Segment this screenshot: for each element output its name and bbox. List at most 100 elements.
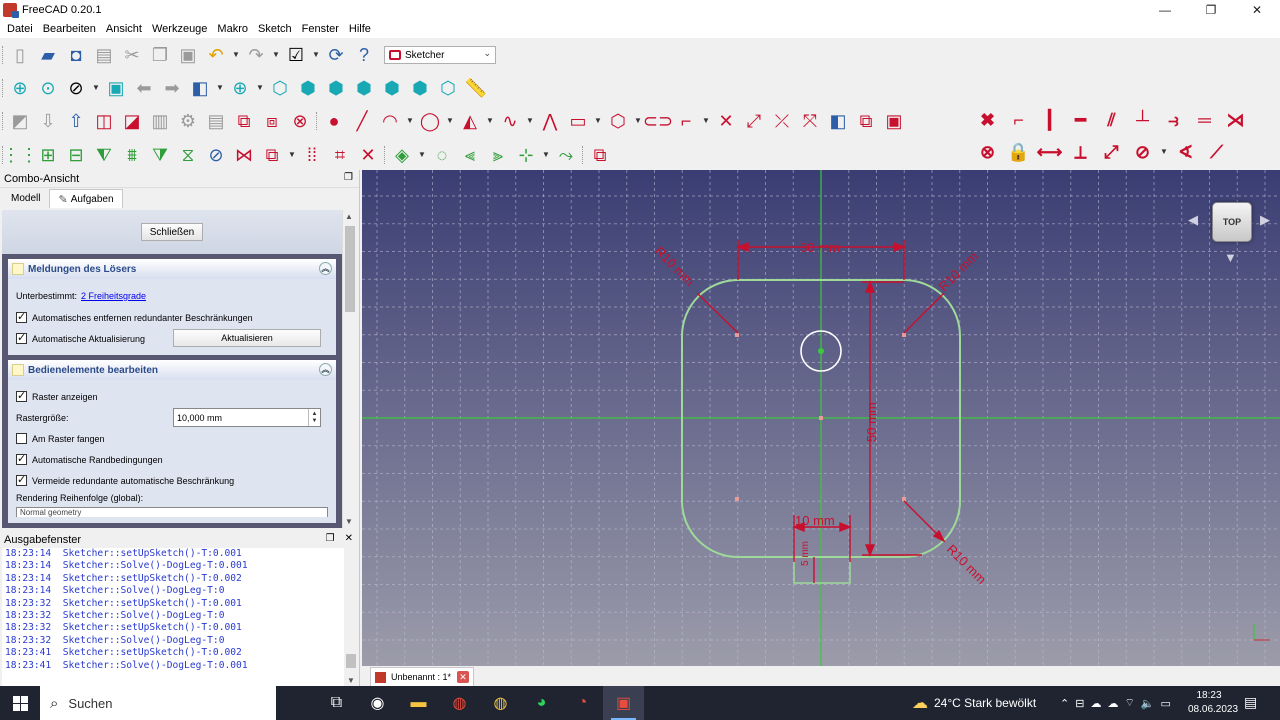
mirror-sketch-icon[interactable]: ⧉	[230, 107, 258, 135]
notifications-icon[interactable]: ▤	[1244, 694, 1257, 711]
edge-browser-icon[interactable]: ◉	[357, 686, 398, 720]
document-tab[interactable]: Unbenannt : 1* ✕	[370, 667, 475, 686]
bspline-weight-icon[interactable]: ⊹	[512, 141, 540, 169]
remove-axes-icon[interactable]: ⌗	[326, 141, 354, 169]
update-button[interactable]: Aktualisieren	[173, 329, 321, 347]
select-origin-icon[interactable]: ⊞	[34, 141, 62, 169]
collapse-icon[interactable]: ︽	[319, 363, 332, 376]
coincident-constraint-icon[interactable]: ✖	[972, 106, 1003, 134]
view-sketch-icon[interactable]: ◫	[90, 107, 118, 135]
bspline-knot-icon[interactable]: ⫸	[484, 141, 512, 169]
select-vertical-axis-icon[interactable]: ⊟	[62, 141, 90, 169]
fit-all-icon[interactable]: ⊕	[6, 74, 34, 102]
bspline-dropdown-icon[interactable]: ▼	[524, 107, 536, 135]
view-right-icon[interactable]: ⬢	[322, 74, 350, 102]
task-view-icon[interactable]: ⧉	[316, 686, 357, 720]
arc-icon[interactable]: ◠	[376, 107, 404, 135]
taskbar-clock[interactable]: 18:23 08.06.2023	[1188, 689, 1238, 717]
virtual-space-icon[interactable]: ⧉	[586, 141, 614, 169]
tab-model[interactable]: Modell	[2, 189, 49, 208]
menu-fenster[interactable]: Fenster	[297, 23, 344, 35]
close-button[interactable]: ✕	[1234, 0, 1280, 20]
save-icon[interactable]: ◘	[62, 41, 90, 69]
new-sketch-icon[interactable]: ◩	[6, 107, 34, 135]
clone-icon[interactable]: ⧉	[258, 141, 286, 169]
file-explorer-icon[interactable]: ▬	[398, 686, 439, 720]
copy-icon[interactable]: ❐	[146, 41, 174, 69]
chrome-profile-icon[interactable]: ◍	[480, 686, 521, 720]
vertical-constraint-icon[interactable]: ┃	[1034, 106, 1065, 134]
perpendicular-constraint-icon[interactable]: ┴	[1127, 106, 1158, 134]
validate-sketch-icon[interactable]: ⚙	[174, 107, 202, 135]
view-section-icon[interactable]: ◪	[118, 107, 146, 135]
menu-bearbeiten[interactable]: Bearbeiten	[38, 23, 101, 35]
print-icon[interactable]: ▤	[90, 41, 118, 69]
scrollbar-thumb[interactable]	[346, 654, 356, 668]
trim-icon[interactable]: ✕	[712, 107, 740, 135]
float-panel-icon[interactable]: ❐	[326, 533, 335, 544]
spin-arrows-icon[interactable]: ▲ ▼	[308, 409, 320, 426]
auto-update-checkbox[interactable]	[16, 331, 27, 344]
close-tab-icon[interactable]: ✕	[457, 671, 470, 683]
view-left-icon[interactable]: ⬢	[406, 74, 434, 102]
fillet-dropdown-icon[interactable]: ▼	[700, 107, 712, 135]
conic-icon[interactable]: ◭	[456, 107, 484, 135]
whatsapp-icon[interactable]: ◕	[521, 686, 562, 720]
extend-icon[interactable]: ⤢	[740, 107, 768, 135]
forward-arrow-icon[interactable]: ➡	[158, 74, 186, 102]
fillet-icon[interactable]: ⌐	[672, 107, 700, 135]
sync-dropdown-icon[interactable]: ▼	[214, 74, 226, 102]
scroll-down-icon[interactable]: ▼	[345, 517, 353, 526]
3d-view[interactable]: 30 mm 50 mm 10 mm 5 mm R10 mm R10 mm R10…	[362, 170, 1280, 666]
external-geometry-icon[interactable]: ⤧	[796, 107, 824, 135]
circle-icon[interactable]: ◯	[416, 107, 444, 135]
close-sketch-button[interactable]: Schließen	[141, 223, 203, 241]
construction-mode-icon[interactable]: ⧉	[852, 107, 880, 135]
nav-rotate-left-icon[interactable]: ◀	[1188, 212, 1198, 228]
nav-rotate-down-icon[interactable]: ▼	[1224, 250, 1237, 265]
menu-ansicht[interactable]: Ansicht	[101, 23, 147, 35]
dim-top-label[interactable]: 30 mm	[800, 240, 840, 255]
battery-icon[interactable]: ▭	[1160, 697, 1170, 710]
select-horizontal-axis-icon[interactable]: ⧨	[90, 141, 118, 169]
equal-constraint-icon[interactable]: ═	[1189, 106, 1220, 134]
check-dropdown-icon[interactable]: ▼	[310, 41, 322, 69]
network-icon[interactable]: ⊟	[1075, 697, 1084, 710]
bounding-box-icon[interactable]: ▣	[102, 74, 130, 102]
recorder-icon[interactable]: ◔	[562, 686, 603, 720]
nav-rotate-right-icon[interactable]: ▶	[1260, 212, 1270, 228]
view-front-icon[interactable]: ⬡	[266, 74, 294, 102]
view-bottom-icon[interactable]: ⬢	[378, 74, 406, 102]
conic-dropdown-icon[interactable]: ▼	[484, 107, 496, 135]
parallel-constraint-icon[interactable]: ⫽	[1096, 106, 1127, 134]
cut-icon[interactable]: ✂	[118, 41, 146, 69]
scroll-up-icon[interactable]: ▲	[345, 212, 353, 221]
output-log[interactable]: 18:23:14 Sketcher::setUpSketch()-T:0.001…	[2, 548, 344, 686]
clone-dropdown-icon[interactable]: ▼	[286, 141, 298, 169]
rectangle-icon[interactable]: ▭	[564, 107, 592, 135]
point-icon[interactable]: ●	[320, 107, 348, 135]
bspline-degree-icon[interactable]: ◈	[388, 141, 416, 169]
new-document-icon[interactable]: ▯	[6, 41, 34, 69]
select-elements-icon[interactable]: ⧖	[174, 141, 202, 169]
view-rear-icon[interactable]: ⬢	[350, 74, 378, 102]
select-conflicting-icon[interactable]: ⧩	[146, 141, 174, 169]
delete-constraints-icon[interactable]: ✕	[354, 141, 382, 169]
dof-link[interactable]: 2 Freiheitsgrade	[81, 291, 146, 301]
distance-constraint-icon[interactable]: ⤢	[1096, 138, 1127, 166]
block-constraint-icon[interactable]: ⊗	[972, 138, 1003, 166]
menu-werkzeuge[interactable]: Werkzeuge	[147, 23, 212, 35]
snell-law-icon[interactable]: ⟋	[1201, 138, 1232, 166]
snap-grid-checkbox[interactable]	[16, 433, 27, 444]
scroll-down-icon[interactable]: ▼	[347, 676, 355, 685]
reorient-sketch-icon[interactable]: ▥	[146, 107, 174, 135]
scrollbar-thumb[interactable]	[345, 226, 355, 312]
rectangular-array-icon[interactable]: ⁞⁞	[298, 141, 326, 169]
root-point[interactable]	[818, 348, 824, 354]
collapse-icon[interactable]: ︽	[319, 262, 332, 275]
rectangle-dropdown-icon[interactable]: ▼	[592, 107, 604, 135]
merge-sketches-icon[interactable]: ▤	[202, 107, 230, 135]
polygon-icon[interactable]: ⬡	[604, 107, 632, 135]
symmetric-constraint-icon[interactable]: ⋊	[1220, 106, 1251, 134]
horizontal-constraint-icon[interactable]: ━	[1065, 106, 1096, 134]
